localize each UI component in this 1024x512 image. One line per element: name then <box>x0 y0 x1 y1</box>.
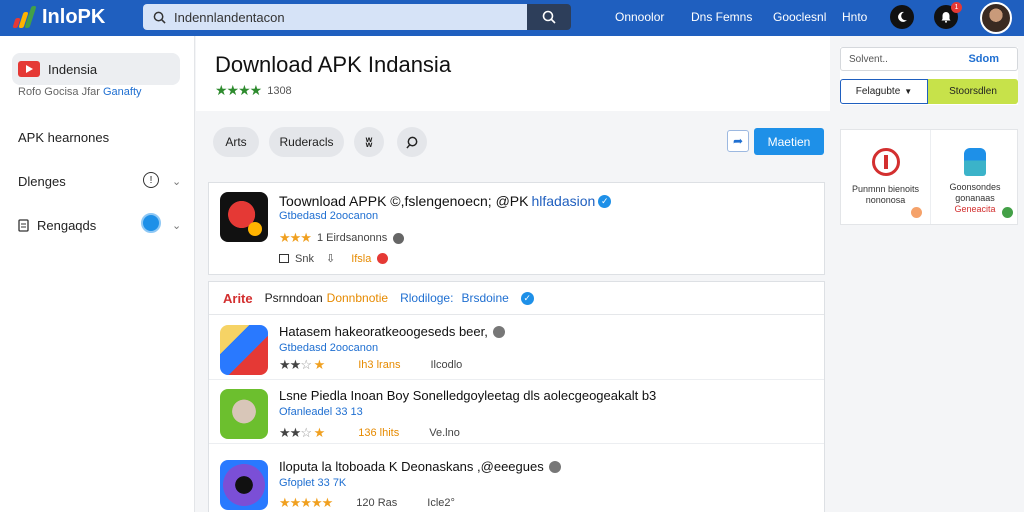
app-icon <box>220 325 268 375</box>
sidebar-item-dlenges[interactable]: Dlenges <box>18 174 66 189</box>
search-filter-button[interactable] <box>397 127 427 157</box>
target-icon <box>871 148 900 176</box>
moon-icon <box>898 11 907 22</box>
go-button[interactable]: Stoorsdlen <box>928 79 1018 104</box>
nav-link-3[interactable]: Gooclesnl <box>773 10 826 24</box>
search-input[interactable] <box>174 9 514 25</box>
share-icon: ➦ <box>732 134 744 148</box>
top-bar: InloPK Onnoolor Dns Femns Gooclesnl Hnto… <box>0 0 1024 36</box>
theme-toggle-button[interactable] <box>890 5 914 29</box>
sidebar-subtitle: Rofo Gocisa Jfar Ganafty <box>18 86 142 98</box>
share-button[interactable]: ➦ <box>727 130 749 152</box>
bookmark-button[interactable]: ʬ <box>354 127 384 157</box>
notifications-button[interactable]: 1 <box>934 2 962 29</box>
app-icon <box>220 389 268 439</box>
list-item[interactable]: Iloputa la ltoboada K Deonaskans ,@eeegu… <box>209 444 824 510</box>
featured-meta: Snk ⇩ Ifsla <box>279 252 389 265</box>
page-title: Download APK Indansia <box>215 52 452 77</box>
list-item-meta: ★★★★★ 120 Ras Icle2° <box>279 495 455 510</box>
search-box <box>143 4 527 30</box>
user-avatar[interactable] <box>980 2 1012 34</box>
sidebar-item-active[interactable]: Indensia <box>12 53 180 85</box>
list-item-link[interactable]: Gtbedasd 2oocanon <box>279 342 378 354</box>
promo-card: Punmnn bienoits nononosa Goonsondes gona… <box>840 129 1018 225</box>
logo-bars-icon <box>12 6 38 28</box>
list-item-link[interactable]: Ofanleadel 33 13 <box>279 406 363 418</box>
site-logo[interactable]: InloPK <box>12 4 105 30</box>
document-icon <box>18 219 29 232</box>
list-item-title: Hatasem hakeoratkeoogeseds beer, <box>279 324 505 339</box>
nav-link-4[interactable]: Hnto <box>842 10 867 24</box>
rating-stars-icon: ★★★ <box>279 230 312 245</box>
nav-link-2[interactable]: Dns Femns <box>691 10 752 24</box>
bucket-icon <box>964 148 986 176</box>
verified-icon: ✓ <box>520 291 534 305</box>
list-item-title: Lsne Piedla Inoan Boy Sonelledgoyleetag … <box>279 388 657 403</box>
info-circle-icon <box>548 460 561 473</box>
app-icon <box>220 192 268 242</box>
search-button[interactable] <box>527 4 571 30</box>
list-item-meta: ★★☆ ★ Ih3 lrans Ilcodlo <box>279 357 463 372</box>
notification-badge: 1 <box>951 2 962 13</box>
list-item-link[interactable]: Gfoplet 33 7K <box>279 477 346 489</box>
app-icon <box>220 460 268 510</box>
featured-rating: ★★★ 1 Eirdsanonns <box>279 230 405 246</box>
rating-stars-icon: ★★★★★ <box>279 495 333 510</box>
rating-stars-icon: ★★☆ ★ <box>279 425 325 440</box>
app-list: Arite Psrnndoan Donnbnotie Rlodiloge: Br… <box>208 281 825 512</box>
dot-orange-icon <box>911 207 922 218</box>
caret-down-icon: ▼ <box>904 87 913 96</box>
promo-item-2[interactable]: Goonsondes gonanaas Geneacita <box>930 130 1019 224</box>
list-item-meta: ★★☆ ★ 136 lhits Ve.lno <box>279 425 460 440</box>
page-header: Download APK Indansia ★★★★ 1308 <box>196 36 830 111</box>
rating-stars-icon: ★★★★ <box>215 82 262 98</box>
list-item[interactable]: Hatasem hakeoratkeoogeseds beer, Gtbedas… <box>209 316 824 380</box>
sidebar: Indensia Rofo Gocisa Jfar Ganafty APK he… <box>0 36 195 512</box>
info-circle-icon <box>393 232 405 244</box>
nav-link-1[interactable]: Onnoolor <box>615 10 664 24</box>
rating-stars-icon: ★★☆ ★ <box>279 357 325 372</box>
emoji-icon <box>377 253 389 264</box>
calendar-icon <box>279 254 289 263</box>
dot-green-icon <box>1002 207 1013 218</box>
list-item[interactable]: Lsne Piedla Inoan Boy Sonelledgoyleetag … <box>209 380 824 444</box>
search-icon <box>153 11 166 24</box>
search-icon <box>405 136 417 149</box>
logo-text: InloPK <box>42 5 106 28</box>
verified-icon: ✓ <box>598 194 612 208</box>
featured-link[interactable]: Gtbedasd 2oocanon <box>279 210 378 222</box>
sidebar-item-rengaqds[interactable]: Rengaqds <box>18 218 96 233</box>
info-circle-icon <box>492 325 505 338</box>
right-search-action[interactable]: Sdom <box>968 53 999 65</box>
globe-icon <box>141 213 161 233</box>
bell-icon <box>941 12 951 23</box>
promo-item-1[interactable]: Punmnn bienoits nononosa <box>841 130 930 224</box>
sidebar-active-label: Indensia <box>48 61 98 77</box>
chevron-down-icon[interactable]: ⌄ <box>172 175 181 188</box>
download-icon: ⇩ <box>325 253 336 265</box>
right-search-input[interactable]: Solvent.. Sdom <box>840 47 1018 71</box>
play-icon <box>18 61 40 77</box>
featured-app-card[interactable]: Toownload APPK ©,fslengenoecn; @PK hlfad… <box>208 182 825 275</box>
filter-chip-arts[interactable]: Arts <box>213 127 259 157</box>
featured-title[interactable]: Toownload APPK ©,fslengenoecn; @PK hlfad… <box>279 193 612 209</box>
page-rating: ★★★★ 1308 <box>215 82 292 98</box>
sidebar-item-apk[interactable]: APK hearnones <box>18 130 109 145</box>
category-select[interactable]: Felagubte ▼ <box>840 79 928 104</box>
chevron-down-icon[interactable]: ⌄ <box>172 219 181 232</box>
sidebar-sub-link[interactable]: Ganafty <box>103 86 142 98</box>
bookmark-icon: ʬ <box>365 134 373 150</box>
search-icon <box>542 10 556 24</box>
list-header: Arite Psrnndoan Donnbnotie Rlodiloge: Br… <box>209 282 824 315</box>
primary-action-button[interactable]: Maetien <box>754 128 824 155</box>
filter-chip-ruderacls[interactable]: Ruderacls <box>269 127 344 157</box>
list-item-title: Iloputa la ltoboada K Deonaskans ,@eeegu… <box>279 459 561 474</box>
right-search-card: Solvent.. Sdom Felagubte ▼ Stoorsdlen <box>840 47 1018 105</box>
info-icon: ! <box>143 172 159 188</box>
